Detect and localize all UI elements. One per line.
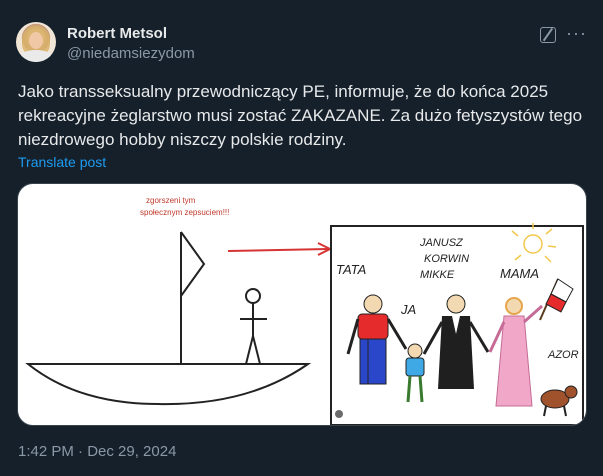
label-janusz-1: JANUSZ	[419, 237, 464, 249]
boat-drawing	[25, 231, 312, 406]
arrow	[227, 242, 333, 256]
label-mama: MAMA	[500, 266, 539, 281]
tweet: Robert Metsol @niedamsiezydom ··· Jako t…	[0, 0, 603, 476]
author-handle[interactable]: @niedamsiezydom	[67, 45, 195, 62]
avatar[interactable]	[16, 22, 56, 62]
label-azor: AZOR	[547, 349, 579, 361]
caption-line1: zgorszeni tym	[146, 196, 196, 205]
label-janusz-3: MIKKE	[420, 269, 455, 281]
author-name[interactable]: Robert Metsol	[67, 25, 167, 42]
caption-line2: społecznym zepsuciem!!!	[140, 208, 229, 217]
grok-icon[interactable]	[540, 27, 556, 43]
label-tata: TATA	[336, 262, 366, 277]
post-text: Jako transseksualny przewodniczący PE, i…	[18, 82, 583, 149]
label-janusz-2: KORWIN	[424, 253, 469, 265]
translate-link[interactable]: Translate post	[18, 154, 106, 170]
watermark-icon	[335, 410, 343, 418]
post-image[interactable]: zgorszeni tym społecznym zepsuciem!!! TA…	[17, 183, 587, 426]
post-timestamp[interactable]: 1:42 PM · Dec 29, 2024	[18, 443, 176, 460]
more-icon[interactable]: ···	[566, 24, 587, 42]
label-ja: JA	[400, 302, 416, 317]
